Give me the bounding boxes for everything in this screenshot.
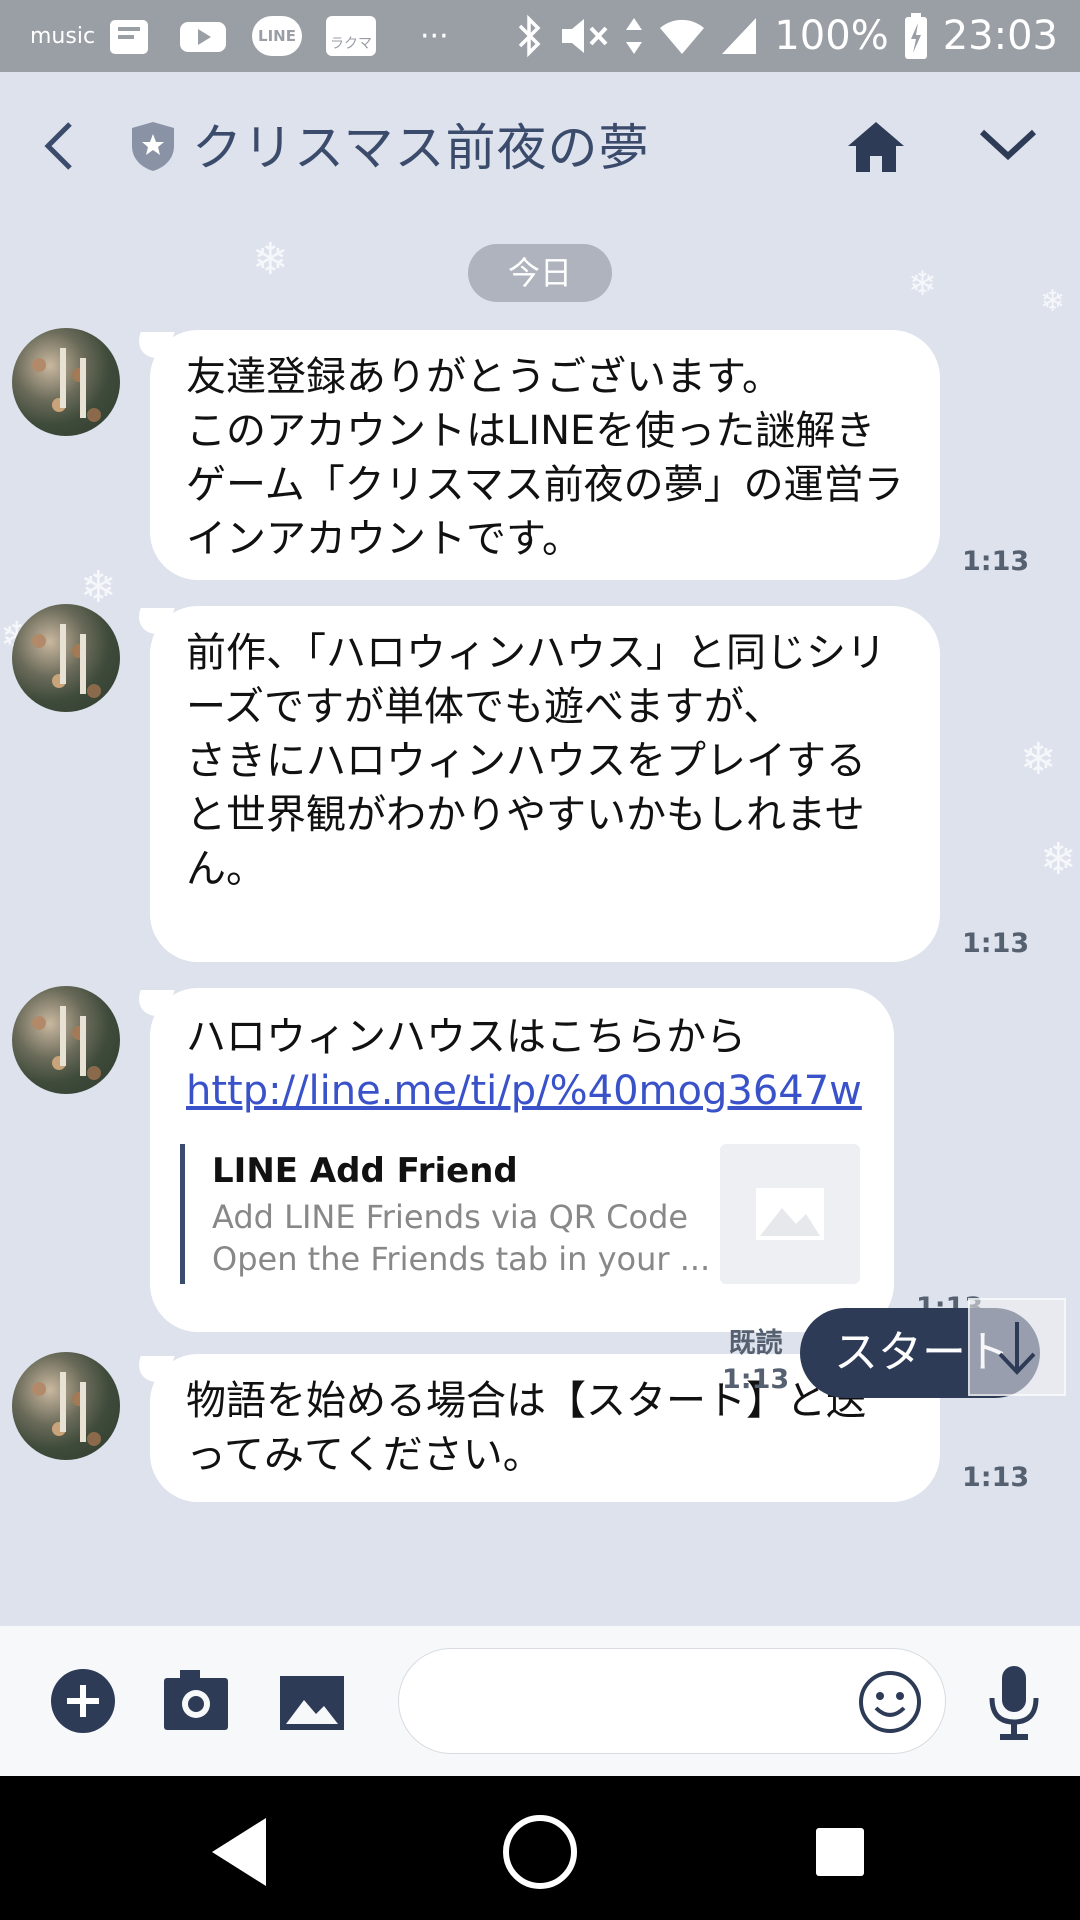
image-placeholder-icon — [756, 1188, 824, 1240]
android-nav-bar — [0, 1776, 1080, 1920]
microphone-icon[interactable] — [986, 1664, 1042, 1742]
avatar[interactable] — [12, 986, 120, 1094]
rakuma-icon: ラクマ — [326, 16, 376, 56]
chat-title: クリスマス前夜の夢 — [192, 119, 650, 177]
message-time: 1:13 — [962, 546, 1030, 577]
battery-icon — [904, 13, 927, 59]
youtube-icon — [180, 22, 226, 52]
home-circle-icon[interactable] — [500, 1812, 580, 1892]
line-icon: LINE — [252, 16, 302, 56]
chevron-down-icon[interactable] — [976, 124, 1040, 164]
preview-accent-bar — [180, 1144, 185, 1284]
message-text: ハロウィンハウスはこちらから — [186, 1014, 746, 1060]
back-triangle-icon[interactable] — [200, 1812, 280, 1892]
avatar[interactable] — [12, 328, 120, 436]
preview-description: Add LINE Friends via QR Code Open the Fr… — [212, 1198, 711, 1278]
mail-icon — [110, 20, 148, 54]
shield-star-icon — [132, 122, 174, 171]
snowflake-decoration: ❄ — [908, 264, 937, 304]
message-text: 物語を始める場合は【スタート】と送ってみてください。 — [186, 1378, 866, 1478]
status-bar-system: 100% 23:03 — [514, 10, 1058, 62]
message-bubble[interactable]: 前作、「ハロウィンハウス」と同じシリーズですが単体でも遊べますが、 さきにハロウ… — [150, 606, 940, 962]
avatar[interactable] — [12, 604, 120, 712]
chat-area[interactable]: ❄ ❄ ❄ ❄ ❄ ❄ ❄ 今日 友達登録ありがとうございます。 このアカウント… — [0, 214, 1080, 1626]
snowflake-decoration: ❄ — [1040, 834, 1077, 885]
scroll-down-button[interactable] — [968, 1298, 1066, 1396]
plus-icon[interactable] — [48, 1666, 118, 1736]
message-time: 1:13 — [962, 1462, 1030, 1493]
image-icon[interactable] — [278, 1666, 346, 1736]
snowflake-decoration: ❄ — [1040, 284, 1066, 319]
message-time: 1:13 — [962, 928, 1030, 959]
status-bar-notifications: music LINE ラクマ ··· — [30, 12, 449, 60]
battery-percent: 100% — [774, 13, 889, 59]
snowflake-decoration: ❄ — [1020, 734, 1057, 785]
status-bar: music LINE ラクマ ··· 100% 23:03 — [0, 0, 1080, 72]
home-icon[interactable] — [846, 118, 906, 174]
preview-title: LINE Add Friend — [212, 1151, 518, 1191]
read-receipt: 既読 1:13 — [722, 1326, 789, 1398]
link-preview[interactable]: LINE Add Friend Add LINE Friends via QR … — [180, 1144, 860, 1284]
snowflake-decoration: ❄ — [252, 234, 289, 285]
camera-icon[interactable] — [162, 1666, 232, 1736]
message-input-bar — [0, 1626, 1080, 1776]
message-bubble[interactable]: ハロウィンハウスはこちらから http://line.me/ti/p/%40mo… — [150, 988, 894, 1332]
avatar[interactable] — [12, 1352, 120, 1460]
mute-icon — [562, 19, 608, 53]
sent-time: 1:13 — [722, 1364, 790, 1395]
date-separator: 今日 — [468, 244, 612, 302]
clock: 23:03 — [942, 13, 1058, 59]
snowflake-decoration: ❄ — [80, 562, 117, 613]
arrow-down-icon — [998, 1322, 1036, 1375]
recents-square-icon[interactable] — [800, 1812, 880, 1892]
data-arrows-icon — [626, 18, 643, 54]
more-dots-icon: ··· — [420, 18, 449, 54]
signal-icon — [722, 18, 757, 54]
music-app-icon: music — [30, 23, 96, 49]
message-text: 前作、「ハロウィンハウス」と同じシリーズですが単体でも遊べますが、 さきにハロウ… — [186, 630, 886, 892]
back-arrow-icon[interactable] — [36, 116, 86, 176]
chat-header: クリスマス前夜の夢 — [0, 72, 1080, 214]
preview-image — [720, 1144, 860, 1284]
message-link[interactable]: http://line.me/ti/p/%40mog3647w — [186, 1064, 862, 1118]
bluetooth-icon — [519, 14, 541, 58]
message-bubble[interactable]: 友達登録ありがとうございます。 このアカウントはLINEを使った謎解きゲーム「ク… — [150, 330, 940, 580]
read-label: 既読 — [728, 1328, 783, 1359]
message-text: 友達登録ありがとうございます。 このアカウントはLINEを使った謎解きゲーム「ク… — [186, 354, 904, 562]
emoji-icon[interactable] — [858, 1670, 922, 1734]
wifi-icon — [660, 19, 705, 54]
